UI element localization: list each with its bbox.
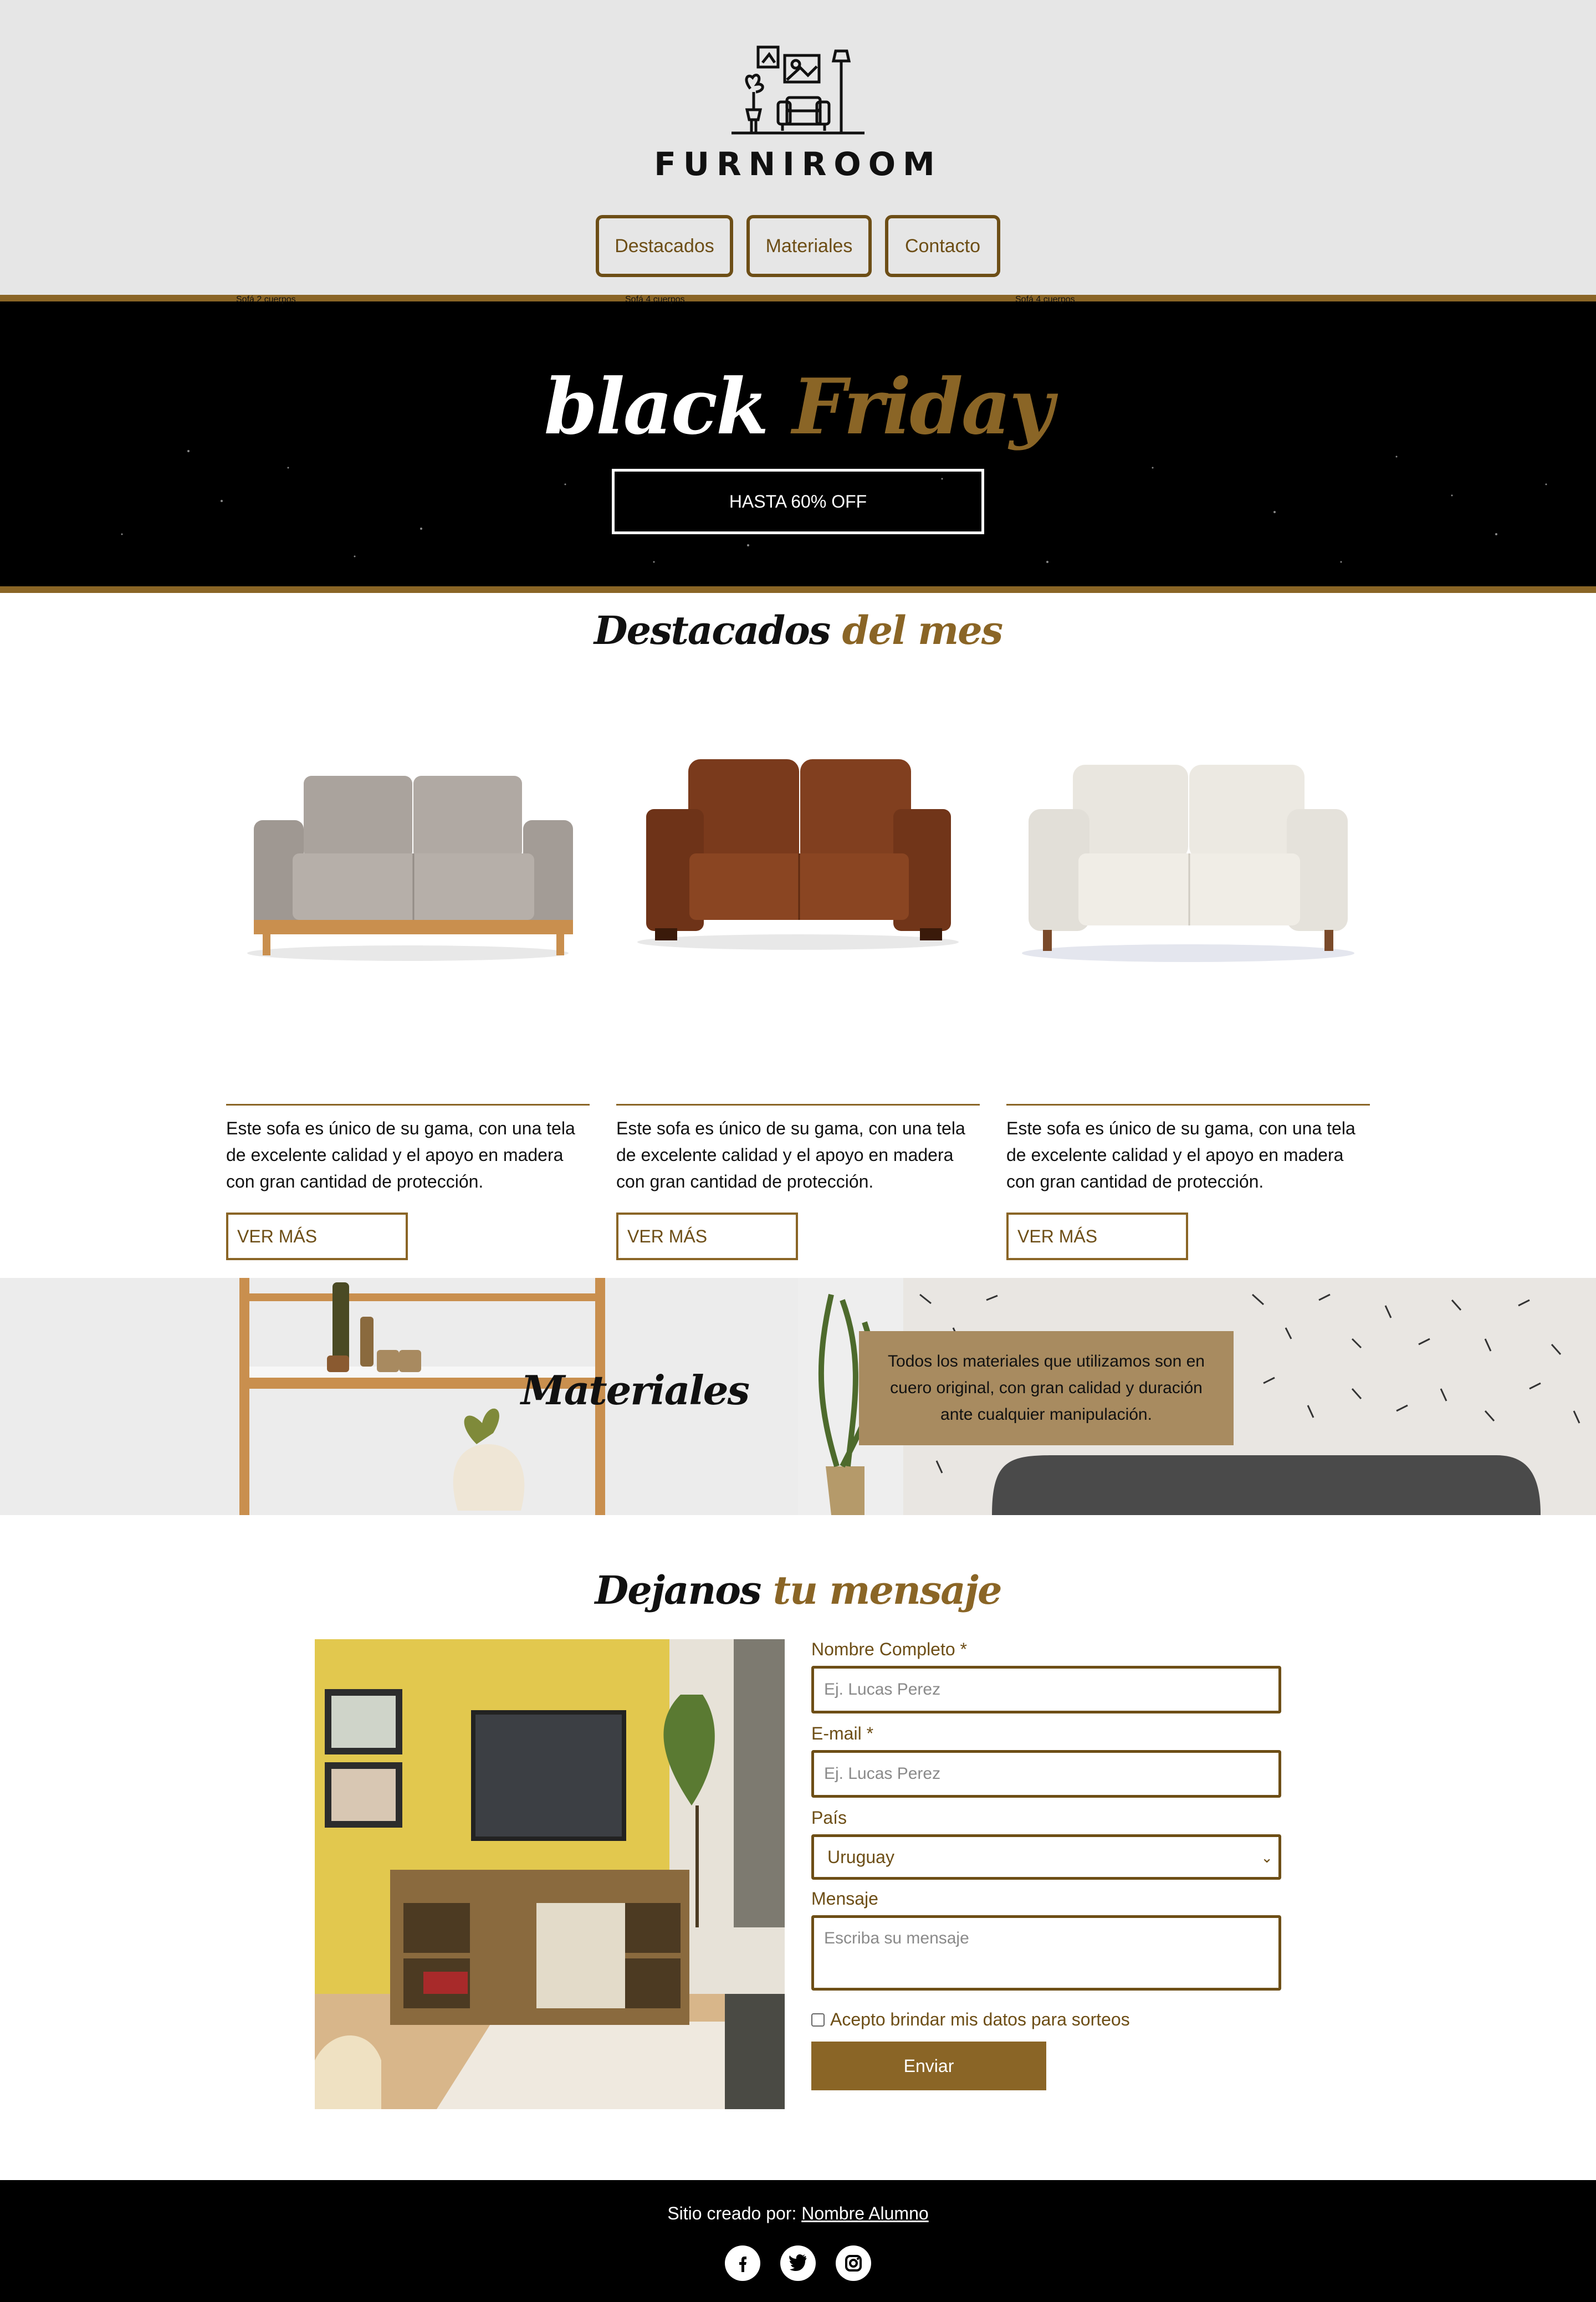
featured-title-gold: del mes [842,607,1003,653]
product-more-button-2[interactable]: VER MÁS [616,1213,798,1260]
product-divider-3 [1006,1104,1370,1106]
materials-title: Materiales [521,1367,750,1414]
product-description-1: Este sofa es único de su gama, con una t… [226,1118,575,1191]
contact-title-dark: Dejanos [595,1567,761,1613]
product-name-1: Sofá 2 cuerpos [236,295,296,304]
materials-section: Materiales Todos los materiales que util… [0,1278,1596,1515]
social-links [0,2245,1596,2281]
hero-title-friday: Friday [792,361,1054,452]
nav-contacto[interactable]: Contacto [885,215,1000,277]
name-label-text: Nombre Completo [811,1639,955,1659]
furniture-room-logo-icon [732,45,864,135]
materials-description: Todos los materiales que utilizamos son … [859,1331,1234,1445]
full-name-input[interactable]: Ej. Lucas Perez [811,1666,1281,1713]
email-input[interactable]: Ej. Lucas Perez [811,1750,1281,1798]
twitter-icon[interactable] [780,2245,816,2281]
nav-destacados[interactable]: Destacados [596,215,733,277]
credit-prefix: Sitio creado por: [667,2203,797,2223]
credit-author-link[interactable]: Nombre Alumno [801,2203,928,2223]
black-friday-banner: black Friday HASTA 60% OFF [0,295,1596,593]
email-label: E-mail * [811,1723,873,1744]
product-more-button-1[interactable]: VER MÁS [226,1213,408,1260]
facebook-icon[interactable] [725,2245,760,2281]
product-description-2: Este sofa es único de su gama, con una t… [616,1118,965,1191]
hero-title-black: black [544,361,769,452]
contact-title-gold: tu mensaje [773,1567,1002,1613]
sofa-white-leather-image [1022,765,1354,962]
product-divider-2 [616,1104,980,1106]
hero-discount-button[interactable]: HASTA 60% OFF [612,469,984,534]
submit-button[interactable]: Enviar [811,2042,1046,2090]
name-label: Nombre Completo * [811,1639,967,1660]
consent-checkbox[interactable] [811,2013,825,2027]
product-more-button-3[interactable]: VER MÁS [1006,1213,1188,1260]
instagram-icon[interactable] [836,2245,871,2281]
footer-credit: Sitio creado por: Nombre Alumno [0,2203,1596,2224]
email-label-text: E-mail [811,1723,862,1743]
product-divider-1 [226,1104,590,1106]
product-card-1 [226,715,590,1028]
product-name-3: Sofá 4 cuerpos [1015,295,1075,304]
message-label: Mensaje [811,1889,878,1909]
site-header: FURNIROOM Destacados Materiales Contacto [0,0,1596,295]
site-footer: Sitio creado por: Nombre Alumno [0,2180,1596,2302]
sofa-gray-image [247,776,573,961]
country-label: País [811,1808,847,1828]
chevron-down-icon: ⌄ [1261,1849,1273,1866]
country-select-value: Uruguay [827,1846,894,1867]
consent-label: Acepto brindar mis datos para sorteos [830,2009,1130,2029]
featured-title: Destacados del mes [0,607,1596,653]
product-card-3 [1006,715,1370,1028]
email-required-mark: * [866,1723,874,1743]
materials-background-image [0,1278,1596,1515]
product-name-2: Sofá 4 cuerpos [625,295,685,304]
sofa-leather-brown-image [637,759,959,950]
hero-title: black Friday [0,361,1596,452]
country-select[interactable]: Uruguay ⌄ [811,1834,1281,1880]
main-nav: Destacados Materiales Contacto [0,215,1596,277]
name-required-mark: * [960,1639,967,1659]
living-room-tv-image [315,1639,785,2109]
message-textarea[interactable]: Escriba su mensaje [811,1915,1281,1991]
contact-title: Dejanos tu mensaje [0,1567,1596,1613]
brand-name: FURNIROOM [654,145,942,183]
nav-materiales[interactable]: Materiales [746,215,872,277]
product-card-2 [616,715,980,1028]
consent-row: Acepto brindar mis datos para sorteos [811,2009,1130,2030]
featured-title-dark: Destacados [594,607,831,653]
product-description-3: Este sofa es único de su gama, con una t… [1006,1118,1355,1191]
